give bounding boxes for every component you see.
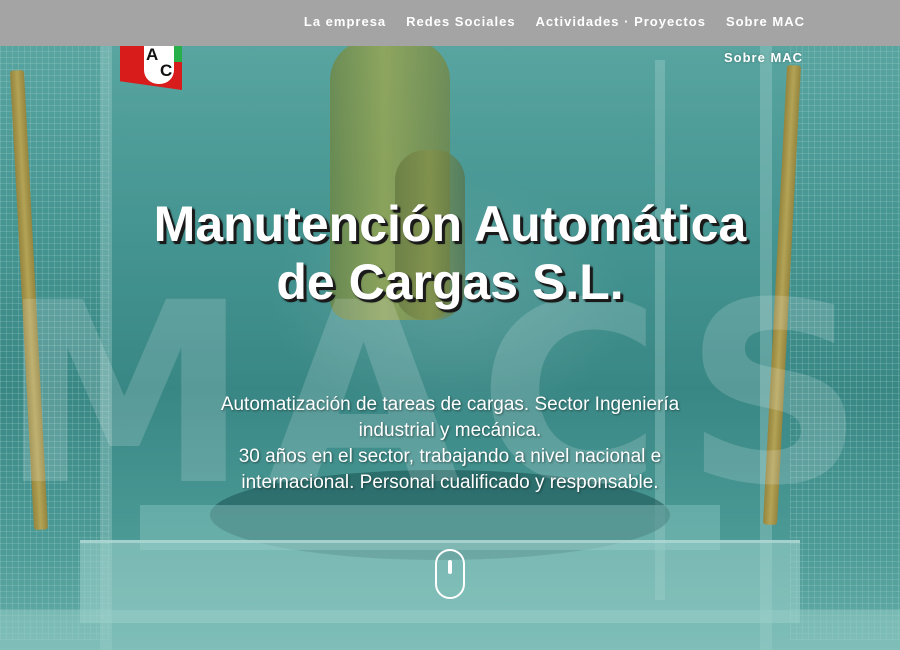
logo-letter-a: A — [146, 46, 159, 64]
company-logo[interactable]: A C — [120, 46, 184, 92]
nav-item-sobre-mac-overflow[interactable]: Sobre MAC — [724, 50, 803, 65]
scroll-wheel-dot — [448, 560, 452, 574]
hero-subtitle-line: 30 años en el sector, trabajando a nivel… — [238, 446, 662, 493]
logo-letter-c: C — [160, 61, 173, 80]
hero-subtitle: Automatización de tareas de cargas. Sect… — [185, 392, 715, 496]
nav-item-redes-sociales[interactable]: Redes Sociales — [396, 14, 525, 29]
hero-subtitle-line: Automatización de tareas de cargas. Sect… — [220, 394, 680, 441]
hero-title: Manutención Automática de Cargas S.L. — [153, 196, 747, 310]
mouse-scroll-icon[interactable] — [435, 549, 465, 599]
nav-item-sobre-mac[interactable]: Sobre MAC — [716, 14, 815, 29]
top-navbar: La empresa Redes Sociales Actividades · … — [0, 0, 900, 46]
main-navigation: La empresa Redes Sociales Actividades · … — [294, 0, 815, 46]
nav-item-la-empresa[interactable]: La empresa — [294, 14, 396, 29]
nav-item-actividades-proyectos[interactable]: Actividades · Proyectos — [526, 14, 716, 29]
